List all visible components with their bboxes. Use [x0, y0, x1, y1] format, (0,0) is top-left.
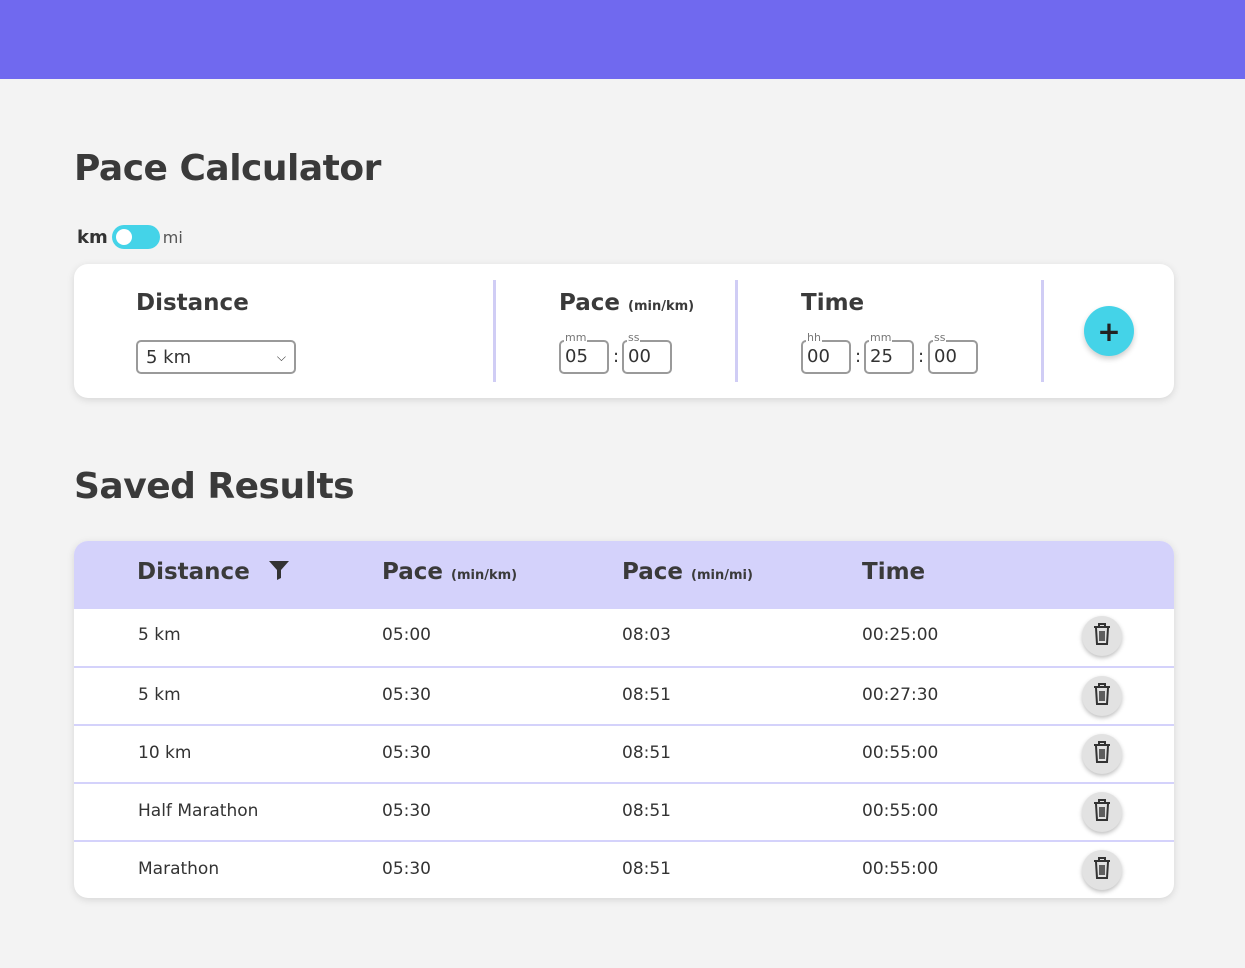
time-seconds-input[interactable]: ss 00 — [928, 331, 978, 374]
pace-minutes-label: mm — [564, 331, 588, 345]
add-result-button[interactable]: + — [1084, 306, 1134, 356]
colon-separator: : — [855, 346, 862, 367]
table-row: Marathon 05:30 08:51 00:55:00 — [74, 840, 1174, 898]
column-header-distance-label: Distance — [137, 559, 250, 585]
column-header-pace-mi: Pace (min/mi) — [622, 559, 753, 585]
row-distance: 10 km — [138, 743, 192, 763]
time-minutes-input[interactable]: mm 25 — [864, 331, 914, 374]
row-pace-km: 05:30 — [382, 743, 431, 763]
row-time: 00:25:00 — [862, 625, 939, 645]
time-hours-input[interactable]: hh 00 — [801, 331, 851, 374]
row-pace-mi: 08:03 — [622, 625, 671, 645]
row-pace-mi: 08:51 — [622, 859, 671, 879]
column-header-time: Time — [862, 559, 926, 585]
section-divider — [1041, 280, 1044, 382]
pace-seconds-value: 00 — [628, 346, 651, 367]
trash-icon — [1091, 622, 1113, 650]
row-pace-mi: 08:51 — [622, 743, 671, 763]
row-time: 00:55:00 — [862, 743, 939, 763]
table-row: 5 km 05:30 08:51 00:27:30 — [74, 666, 1174, 724]
distance-select[interactable]: 5 km ⌵ — [136, 340, 296, 374]
table-row: 5 km 05:00 08:03 00:25:00 — [74, 608, 1174, 666]
pace-unit: (min/km) — [628, 299, 695, 314]
trash-icon — [1091, 682, 1113, 710]
pace-seconds-input[interactable]: ss 00 — [622, 331, 672, 374]
pace-km-unit: (min/km) — [451, 568, 518, 583]
section-divider — [735, 280, 738, 382]
time-minutes-label: mm — [869, 331, 893, 345]
delete-row-button[interactable] — [1082, 850, 1122, 890]
pace-minutes-input[interactable]: mm 05 — [559, 331, 609, 374]
row-pace-mi: 08:51 — [622, 801, 671, 821]
table-header: Distance Pace (min/km) Pace (min/mi) Tim… — [74, 541, 1174, 609]
row-pace-km: 05:30 — [382, 685, 431, 705]
pace-label: Pace — [559, 290, 620, 316]
time-minutes-value: 25 — [870, 346, 893, 367]
pace-km-label: Pace — [382, 559, 443, 585]
distance-select-value: 5 km — [146, 346, 192, 368]
row-time: 00:55:00 — [862, 801, 939, 821]
trash-icon — [1091, 798, 1113, 826]
saved-results-table: Distance Pace (min/km) Pace (min/mi) Tim… — [74, 541, 1174, 898]
row-pace-km: 05:00 — [382, 625, 431, 645]
time-section-title: Time — [801, 290, 865, 316]
unit-toggle: km mi — [77, 224, 183, 250]
row-pace-km: 05:30 — [382, 859, 431, 879]
row-distance: 5 km — [138, 685, 181, 705]
pace-mi-label: Pace — [622, 559, 683, 585]
table-row: 10 km 05:30 08:51 00:55:00 — [74, 724, 1174, 782]
chevron-down-icon: ⌵ — [276, 349, 286, 364]
time-seconds-value: 00 — [934, 346, 957, 367]
calculator-card: Distance 5 km ⌵ Pace (min/km) mm 05 : ss… — [74, 264, 1174, 398]
section-divider — [493, 280, 496, 382]
saved-results-title: Saved Results — [74, 466, 355, 507]
column-header-distance[interactable]: Distance — [137, 559, 290, 586]
delete-row-button[interactable] — [1082, 676, 1122, 716]
row-distance: 5 km — [138, 625, 181, 645]
trash-icon — [1091, 740, 1113, 768]
pace-section-title: Pace (min/km) — [559, 290, 694, 316]
pace-seconds-label: ss — [627, 331, 641, 345]
unit-mi-label: mi — [162, 227, 183, 247]
time-hours-value: 00 — [807, 346, 830, 367]
colon-separator: : — [918, 346, 925, 367]
row-pace-mi: 08:51 — [622, 685, 671, 705]
table-row: Half Marathon 05:30 08:51 00:55:00 — [74, 782, 1174, 840]
pace-minutes-value: 05 — [565, 346, 588, 367]
delete-row-button[interactable] — [1082, 792, 1122, 832]
time-seconds-label: ss — [933, 331, 947, 345]
trash-icon — [1091, 856, 1113, 884]
row-distance: Half Marathon — [138, 801, 259, 821]
row-time: 00:55:00 — [862, 859, 939, 879]
time-hours-label: hh — [806, 331, 822, 345]
pace-mi-unit: (min/mi) — [691, 568, 753, 583]
row-pace-km: 05:30 — [382, 801, 431, 821]
top-header-bar — [0, 0, 1245, 79]
switch-knob — [115, 229, 132, 245]
distance-section-title: Distance — [136, 290, 249, 316]
filter-icon[interactable] — [268, 560, 290, 586]
unit-km-label: km — [77, 226, 108, 248]
page-title: Pace Calculator — [74, 148, 381, 189]
colon-separator: : — [613, 346, 620, 367]
unit-switch[interactable] — [111, 225, 160, 249]
delete-row-button[interactable] — [1082, 734, 1122, 774]
row-distance: Marathon — [138, 859, 220, 879]
row-time: 00:27:30 — [862, 685, 939, 705]
column-header-pace-km: Pace (min/km) — [382, 559, 517, 585]
delete-row-button[interactable] — [1082, 616, 1122, 656]
plus-icon: + — [1097, 314, 1121, 348]
